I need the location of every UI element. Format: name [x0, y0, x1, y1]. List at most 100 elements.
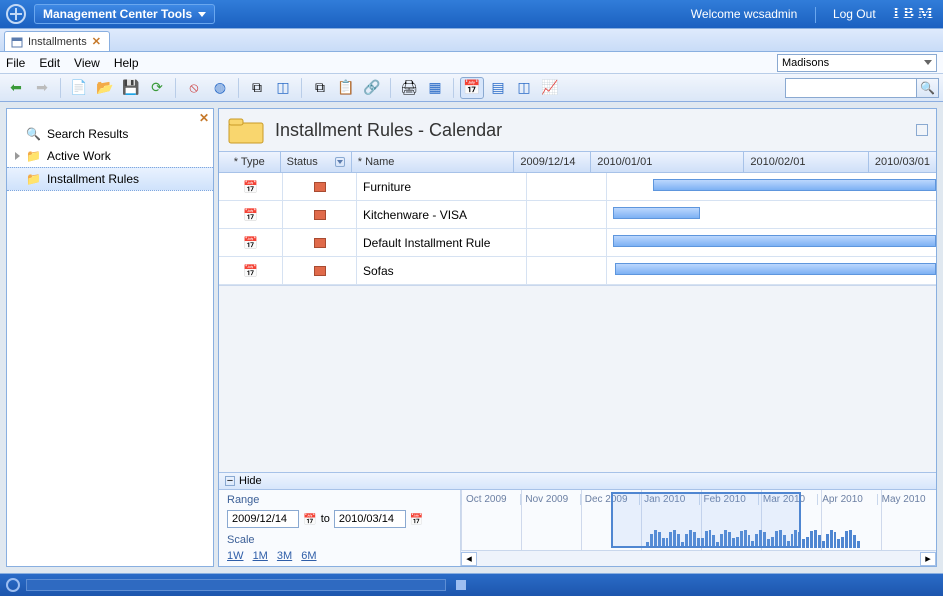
cell-gantt — [607, 173, 936, 200]
sidebar-item-active-work[interactable]: 📁 Active Work — [7, 145, 213, 167]
cell-status — [283, 173, 357, 200]
range-from-input[interactable] — [227, 510, 299, 528]
print-button[interactable]: 🖨 — [397, 77, 421, 99]
stop-button[interactable]: ⦸ — [182, 77, 206, 99]
search-button[interactable]: 🔍 — [916, 79, 938, 97]
search-icon: 🔍 — [920, 81, 935, 95]
copy-icon: ⧉ — [252, 79, 262, 96]
menu-view[interactable]: View — [74, 56, 100, 70]
hide-range-toggle[interactable]: − Hide — [219, 473, 936, 490]
close-icon[interactable]: ✕ — [199, 111, 209, 125]
search-box[interactable]: 🔍 — [785, 78, 939, 98]
sort-icon[interactable] — [335, 157, 345, 167]
store-select[interactable]: Madisons — [777, 54, 937, 72]
gantt-bar[interactable] — [653, 179, 936, 191]
table-row[interactable]: 📅Kitchenware - VISA — [219, 201, 936, 229]
save-icon: 💾 — [122, 79, 139, 96]
ibm-logo: IBM — [893, 5, 937, 22]
column-header-status[interactable]: Status — [281, 152, 352, 172]
list-view-button[interactable]: ▤ — [486, 77, 510, 99]
status-badge — [314, 238, 326, 248]
timeline-selection[interactable] — [611, 492, 801, 548]
arrow-right-icon: ➡ — [36, 79, 48, 96]
menu-file[interactable]: File — [6, 56, 25, 70]
range-to-input[interactable] — [334, 510, 406, 528]
grid-button[interactable]: ▦ — [423, 77, 447, 99]
calendar-icon: 📅 — [243, 264, 258, 278]
gantt-bar[interactable] — [613, 235, 936, 247]
scale-link-6m[interactable]: 6M — [301, 550, 316, 562]
cell-d1 — [527, 173, 607, 200]
link-button[interactable]: 🔗 — [360, 77, 384, 99]
cell-name: Sofas — [357, 257, 527, 284]
cell-name: Default Installment Rule — [357, 229, 527, 256]
folder-icon: 📁 — [26, 149, 41, 163]
column-header-date2[interactable]: 2010/01/01 — [591, 152, 744, 172]
sidebar-item-installment-rules[interactable]: 📁 Installment Rules — [7, 167, 213, 191]
column-header-date3[interactable]: 2010/02/01 — [744, 152, 869, 172]
tools-menu[interactable]: Management Center Tools — [34, 4, 215, 24]
overview-timeline[interactable]: Oct 2009Nov 2009Dec 2009Jan 2010Feb 2010… — [461, 490, 936, 566]
refresh-button[interactable]: ⟳ — [145, 77, 169, 99]
menu-edit[interactable]: Edit — [39, 56, 60, 70]
globe-button[interactable]: ◍ — [208, 77, 232, 99]
divider — [238, 78, 239, 98]
app-logo-icon — [6, 4, 26, 24]
copy2-button[interactable]: ⧉ — [308, 77, 332, 99]
tab-installments[interactable]: Installments ✕ — [4, 31, 110, 51]
scroll-left-button[interactable]: ◂ — [461, 552, 477, 566]
column-header-name[interactable]: * Name — [352, 152, 515, 172]
caret-down-icon — [924, 60, 932, 65]
scale-link-3m[interactable]: 3M — [277, 550, 292, 562]
calendar-icon[interactable]: 📅 — [303, 513, 317, 526]
scroll-right-button[interactable]: ▸ — [920, 552, 936, 566]
paste-button[interactable]: 📋 — [334, 77, 358, 99]
table-row[interactable]: 📅 Default Installment Rule — [219, 229, 936, 257]
search-input[interactable] — [786, 79, 916, 97]
collapse-icon: − — [225, 476, 235, 486]
new-button[interactable]: 📄 — [67, 77, 91, 99]
window-button[interactable]: ◫ — [271, 77, 295, 99]
back-button[interactable]: ⬅ — [4, 77, 28, 99]
calendar-icon — [11, 36, 23, 48]
gantt-bar[interactable] — [613, 207, 700, 219]
range-label: Range — [227, 494, 452, 506]
to-label: to — [321, 513, 330, 525]
cell-type: 📅 — [219, 229, 283, 256]
menu-help[interactable]: Help — [114, 56, 139, 70]
copy-button[interactable]: ⧉ — [245, 77, 269, 99]
table-row[interactable]: 📅 Sofas — [219, 257, 936, 285]
divider — [175, 78, 176, 98]
chart-icon: 📈 — [541, 79, 558, 96]
forward-button[interactable]: ➡ — [30, 77, 54, 99]
chart-button[interactable]: 📈 — [538, 77, 562, 99]
cell-gantt — [607, 257, 936, 284]
status-badge — [314, 182, 326, 192]
sidebar-item-search-results[interactable]: 🔍 Search Results — [7, 123, 213, 145]
column-header-date1[interactable]: 2009/12/14 — [514, 152, 591, 172]
scale-link-1w[interactable]: 1W — [227, 550, 244, 562]
folder-open-icon: 📂 — [96, 79, 113, 96]
calendar-view-button[interactable]: 📅 — [460, 77, 484, 99]
gantt-bar[interactable] — [615, 263, 936, 275]
open-button[interactable]: 📂 — [93, 77, 117, 99]
close-icon[interactable]: ✕ — [92, 35, 101, 48]
expand-icon[interactable] — [15, 152, 20, 160]
cell-type: 📅 — [219, 173, 283, 200]
cell-type: 📅 — [219, 257, 283, 284]
welcome-text: Welcome wcsadmin — [691, 7, 797, 21]
save-button[interactable]: 💾 — [119, 77, 143, 99]
calendar-icon[interactable]: 📅 — [410, 513, 424, 526]
split-view-button[interactable]: ◫ — [512, 77, 536, 99]
table-row[interactable]: 📅Furniture — [219, 173, 936, 201]
status-icon — [6, 578, 20, 592]
maximize-icon[interactable] — [916, 124, 928, 136]
divider — [60, 78, 61, 98]
cell-type: 📅 — [219, 201, 283, 228]
scale-link-1m[interactable]: 1M — [253, 550, 268, 562]
sidebar-item-label: Search Results — [47, 127, 128, 141]
timeline-month-label: Oct 2009 — [461, 494, 520, 505]
column-header-type[interactable]: * Type — [219, 152, 281, 172]
column-header-date4[interactable]: 2010/03/01 — [869, 152, 936, 172]
logout-link[interactable]: Log Out — [833, 7, 876, 21]
